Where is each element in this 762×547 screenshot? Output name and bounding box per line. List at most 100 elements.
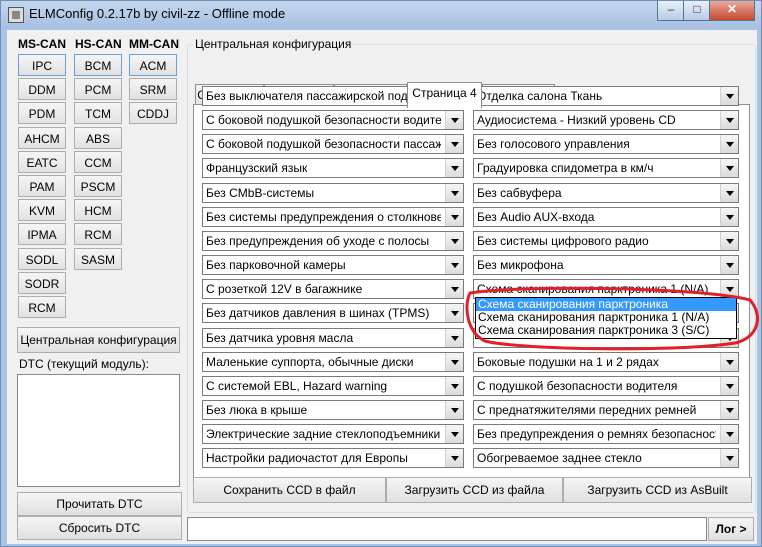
chevron-down-icon[interactable] (445, 376, 463, 395)
left-option-select-16[interactable]: Настройки радиочастот для Европы (202, 448, 464, 469)
load-ccd-asbuilt-button[interactable]: Загрузить CCD из AsBuilt (563, 477, 752, 503)
chevron-down-icon[interactable] (445, 400, 463, 419)
left-option-select-11[interactable]: Без датчика уровня масла (202, 327, 464, 348)
chevron-down-icon[interactable] (445, 425, 463, 444)
chevron-down-icon[interactable] (720, 183, 738, 202)
chevron-down-icon[interactable] (445, 183, 463, 202)
select-value: Без микрофона (477, 258, 564, 273)
module-button-mm-cddj[interactable]: CDDJ (129, 102, 177, 125)
chevron-down-icon[interactable] (720, 135, 738, 154)
left-option-select-4[interactable]: Французский язык (202, 158, 464, 179)
right-option-select-1[interactable]: Отделка салона Ткань (473, 86, 739, 106)
module-button-hs-pscm[interactable]: PSCM (74, 175, 122, 197)
chevron-down-icon[interactable] (445, 159, 463, 178)
right-option-select-5[interactable]: Без сабвуфера (473, 182, 739, 203)
chevron-down-icon[interactable] (445, 449, 463, 468)
module-button-hs-abs[interactable]: ABS (74, 126, 122, 149)
left-option-select-10[interactable]: Без датчиков давления в шинах (TPMS) (202, 303, 464, 324)
chevron-down-icon[interactable] (720, 256, 738, 275)
module-button-hs-pcm[interactable]: PCM (74, 78, 122, 101)
maximize-button[interactable]: □ (683, 1, 711, 21)
parking-sensor-dropdown-list[interactable]: Схема сканирования парктроника Схема ска… (475, 297, 737, 339)
right-option-select-15[interactable]: Без предупреждения о ремнях безопасности (473, 424, 739, 445)
chevron-down-icon[interactable] (445, 135, 463, 154)
left-option-select-7[interactable]: Без предупреждения об уходе с полосы (202, 230, 464, 251)
module-button-ms-ahcm[interactable]: AHCM (18, 126, 66, 149)
right-option-select-2[interactable]: Аудиосистема - Низкий уровень CD (473, 110, 739, 131)
module-button-hs-rcm[interactable]: RCM (74, 223, 122, 246)
log-button[interactable]: Лог > (708, 517, 754, 541)
right-option-select-6[interactable]: Без Audio AUX-входа (473, 206, 739, 227)
chevron-down-icon[interactable] (720, 280, 738, 299)
dropdown-option[interactable]: Схема сканирования парктроника 1 (N/A) (476, 311, 736, 324)
dtc-list[interactable] (17, 374, 180, 487)
module-button-mm-acm[interactable]: ACM (129, 54, 177, 76)
left-option-select-15[interactable]: Электрические задние стеклоподъемники (202, 424, 464, 445)
module-button-ms-pdm[interactable]: PDM (18, 102, 66, 125)
chevron-down-icon[interactable] (445, 111, 463, 130)
module-button-ms-eatc[interactable]: EATC (18, 150, 66, 173)
module-button-ms-ipc[interactable]: IPC (18, 54, 66, 76)
tab-page-4[interactable]: Страница 4 (407, 82, 482, 108)
chevron-down-icon[interactable] (445, 207, 463, 226)
dropdown-option[interactable]: Схема сканирования парктроника 3 (S/C) (476, 324, 736, 337)
left-option-select-2[interactable]: С боковой подушкой безопасности водителя (202, 110, 464, 131)
minimize-button[interactable]: – (657, 1, 685, 21)
chevron-down-icon[interactable] (720, 352, 738, 371)
chevron-down-icon[interactable] (720, 400, 738, 419)
right-option-select-14[interactable]: С преднатяжителями передних ремней (473, 399, 739, 420)
chevron-down-icon[interactable] (720, 231, 738, 250)
left-option-select-9[interactable]: С розеткой 12V в багажнике (202, 279, 464, 300)
right-option-select-3[interactable]: Без голосового управления (473, 134, 739, 155)
left-option-select-6[interactable]: Без системы предупреждения о столкновени… (202, 206, 464, 227)
right-option-select-12[interactable]: Боковые подушки на 1 и 2 рядах (473, 351, 739, 372)
select-value: Без сабвуфера (477, 185, 562, 200)
chevron-down-icon[interactable] (720, 425, 738, 444)
central-config-button[interactable]: Центральная конфигурация (17, 327, 180, 353)
chevron-down-icon[interactable] (720, 159, 738, 178)
right-option-select-13[interactable]: С подушкой безопасности водителя (473, 375, 739, 396)
left-option-select-5[interactable]: Без CMbB-системы (202, 182, 464, 203)
module-button-hs-tcm[interactable]: TCM (74, 102, 122, 125)
left-option-select-8[interactable]: Без парковочной камеры (202, 255, 464, 276)
module-button-ms-ddm[interactable]: DDM (18, 78, 66, 101)
left-option-select-13[interactable]: С системой EBL, Hazard warning (202, 375, 464, 396)
chevron-down-icon[interactable] (720, 207, 738, 226)
title-bar: ELMConfig 0.2.17b by civil-zz - Offline … (1, 1, 761, 29)
module-button-ms-sodr[interactable]: SODR (18, 271, 66, 294)
right-option-select-4[interactable]: Градуировка спидометра в км/ч (473, 158, 739, 179)
read-dtc-button[interactable]: Прочитать DTC (17, 492, 182, 516)
chevron-down-icon[interactable] (445, 280, 463, 299)
left-option-select-14[interactable]: Без люка в крыше (202, 399, 464, 420)
save-ccd-button[interactable]: Сохранить CCD в файл (193, 477, 386, 503)
module-button-ms-rcm[interactable]: RCM (18, 296, 66, 318)
chevron-down-icon[interactable] (720, 111, 738, 130)
left-option-select-3[interactable]: С боковой подушкой безопасности пассажир… (202, 134, 464, 155)
module-button-hs-ccm[interactable]: CCM (74, 150, 122, 173)
chevron-down-icon[interactable] (720, 87, 738, 105)
dropdown-option[interactable]: Схема сканирования парктроника (476, 298, 736, 311)
right-option-select-7[interactable]: Без системы цифрового радио (473, 230, 739, 251)
clear-dtc-button[interactable]: Сбросить DTC (17, 516, 182, 540)
chevron-down-icon[interactable] (720, 376, 738, 395)
chevron-down-icon[interactable] (720, 449, 738, 468)
module-button-ms-ipma[interactable]: IPMA (18, 223, 66, 246)
right-option-select-16[interactable]: Обогреваемое заднее стекло (473, 448, 739, 469)
right-option-select-8[interactable]: Без микрофона (473, 255, 739, 276)
module-button-ms-pam[interactable]: PAM (18, 175, 66, 197)
chevron-down-icon[interactable] (445, 256, 463, 275)
module-button-mm-srm[interactable]: SRM (129, 78, 177, 101)
module-button-ms-sodl[interactable]: SODL (18, 247, 66, 270)
chevron-down-icon[interactable] (445, 231, 463, 250)
module-button-hs-hcm[interactable]: HCM (74, 199, 122, 222)
chevron-down-icon[interactable] (445, 304, 463, 323)
select-value: Маленькие суппорта, обычные диски (206, 354, 414, 369)
chevron-down-icon[interactable] (445, 352, 463, 371)
chevron-down-icon[interactable] (445, 328, 463, 347)
module-button-hs-sasm[interactable]: SASM (74, 247, 122, 270)
module-button-ms-kvm[interactable]: KVM (18, 199, 66, 222)
load-ccd-file-button[interactable]: Загрузить CCD из файла (386, 477, 563, 503)
left-option-select-12[interactable]: Маленькие суппорта, обычные диски (202, 351, 464, 372)
module-button-hs-bcm[interactable]: BCM (74, 54, 122, 76)
close-button[interactable]: ✕ (709, 1, 755, 21)
